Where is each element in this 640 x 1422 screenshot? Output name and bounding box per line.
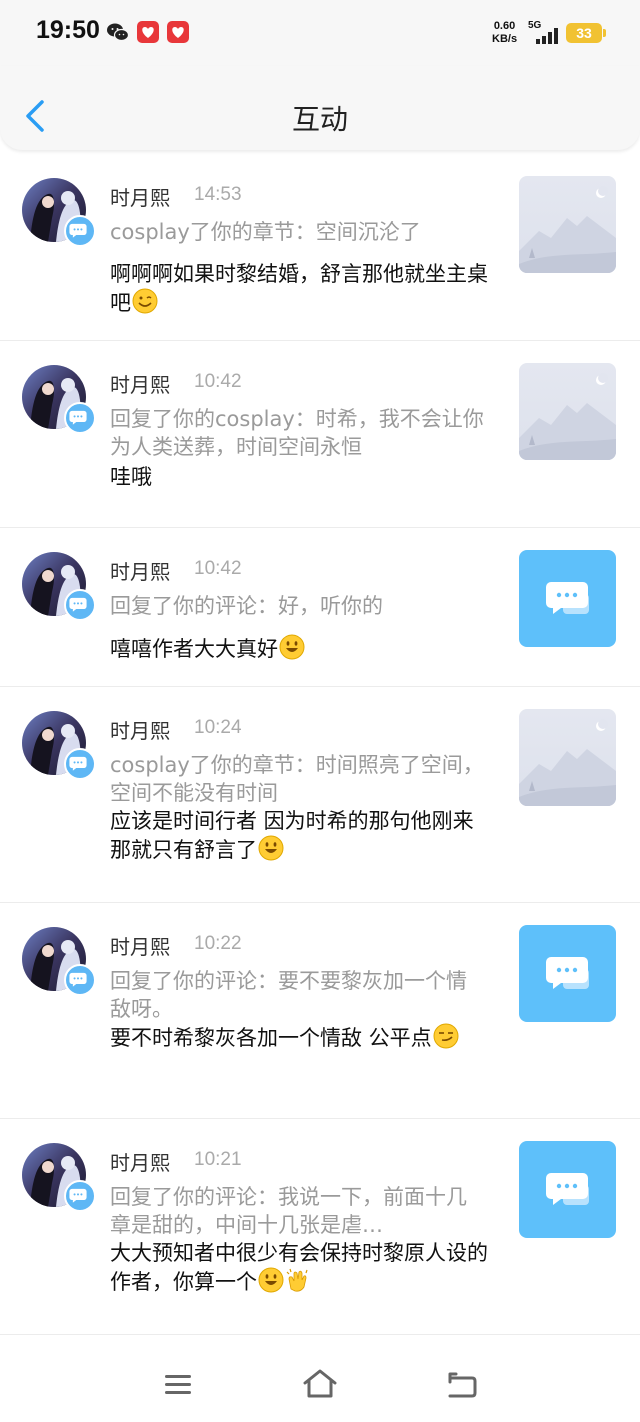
list-item[interactable]: 时月熙 10:42 回复了你的评论：好，听你的 嘻嘻作者大大真好 [0,528,640,687]
clapping-hands-icon [284,1268,311,1294]
item-time: 10:42 [194,371,242,392]
user-name[interactable]: 时月熙 [110,1147,170,1176]
battery-indicator: 33 [566,23,602,43]
status-time: 19:50 [36,16,100,44]
quoted-content[interactable]: 回复了你的评论：要不要黎灰加一个情敌呀。 [110,967,485,1023]
back-icon[interactable] [442,1366,482,1402]
list-item[interactable]: 时月熙 10:22 回复了你的评论：要不要黎灰加一个情敌呀。 要不时希黎灰各加一… [0,903,640,1119]
quoted-content[interactable]: cosplay了你的章节：空间沉沦了 [110,218,485,246]
smiling-face-icon [278,634,305,661]
user-name[interactable]: 时月熙 [110,369,170,398]
comment-badge-icon [64,1180,96,1212]
comment-bubble-icon[interactable] [519,550,616,647]
item-time: 10:24 [194,717,242,738]
reply-text: 大大预知者中很少有会保持时黎原人设的作者，你算一个 [110,1239,490,1296]
app-heart-icon [167,21,189,43]
reply-text-content: 要不时希黎灰各加一个情敌 公平点 [110,1026,432,1050]
quoted-content[interactable]: 回复了你的评论：好，听你的 [110,592,485,620]
winking-face-icon [131,288,158,315]
image-placeholder-icon[interactable] [519,363,616,460]
network-speed: 0.60 KB/s [492,20,517,46]
comment-badge-icon [64,589,96,621]
quoted-content[interactable]: 回复了你的评论：我说一下，前面十几章是甜的，中间十几张是虐… [110,1183,485,1239]
emoji-group [257,1267,311,1294]
smirking-face-icon [432,1023,459,1050]
list-item[interactable]: 时月熙 10:42 回复了你的cosplay：时希，我不会让你为人类送葬，时间空… [0,341,640,528]
app-heart-icon [137,21,159,43]
reply-text: 要不时希黎灰各加一个情敌 公平点 [110,1023,490,1052]
user-name[interactable]: 时月熙 [110,556,170,585]
reply-text: 应该是时间行者 因为时希的那句他刚来 那就只有舒言了 [110,807,490,864]
comment-badge-icon [64,964,96,996]
reply-text-content: 应该是时间行者 因为时希的那句他刚来 那就只有舒言了 [110,809,474,862]
reply-text: 哇哦 [110,463,490,491]
reply-text-content: 啊啊啊如果时黎结婚，舒言那他就坐主桌吧 [110,262,488,315]
comment-badge-icon [64,402,96,434]
menu-icon[interactable] [158,1366,198,1402]
comment-badge-icon [64,748,96,780]
smiling-face-icon [257,835,284,862]
interaction-list: 时月熙 14:53 cosplay了你的章节：空间沉沦了 啊啊啊如果时黎结婚，舒… [0,154,640,1335]
wechat-icon [107,23,130,42]
home-icon[interactable] [300,1366,340,1402]
smiling-face-icon [257,1267,284,1294]
user-name[interactable]: 时月熙 [110,931,170,960]
system-nav-bar [0,1344,640,1422]
status-bar: 19:50 0.60 KB/s 5G 33 [0,0,640,66]
avatar[interactable] [22,711,96,780]
network-speed-unit: KB/s [492,33,518,45]
item-time: 10:21 [194,1149,242,1170]
avatar[interactable] [22,927,96,996]
comment-badge-icon [64,215,96,247]
list-item[interactable]: 时月熙 14:53 cosplay了你的章节：空间沉沦了 啊啊啊如果时黎结婚，舒… [0,154,640,341]
list-item[interactable]: 时月熙 10:21 回复了你的评论：我说一下，前面十几章是甜的，中间十几张是虐…… [0,1119,640,1335]
reply-text-content: 嘻嘻作者大大真好 [110,637,278,661]
avatar[interactable] [22,552,96,621]
avatar[interactable] [22,1143,96,1212]
item-time: 14:53 [194,184,242,205]
emoji-group [131,288,158,315]
avatar[interactable] [22,365,96,434]
comment-bubble-icon[interactable] [519,925,616,1022]
status-app-icons [106,20,190,44]
reply-text: 嘻嘻作者大大真好 [110,634,490,663]
emoji-group [432,1023,459,1050]
header: 互动 [0,66,640,150]
item-time: 10:42 [194,558,242,579]
battery-tip [603,29,606,37]
emoji-group [257,835,284,862]
image-placeholder-icon[interactable] [519,176,616,273]
comment-bubble-icon[interactable] [519,1141,616,1238]
signal-icon [536,28,558,44]
avatar[interactable] [22,178,96,247]
user-name[interactable]: 时月熙 [110,182,170,211]
item-time: 10:22 [194,933,242,954]
user-name[interactable]: 时月熙 [110,715,170,744]
image-placeholder-icon[interactable] [519,709,616,806]
network-speed-value: 0.60 [493,20,516,32]
emoji-group [278,634,305,661]
page-title: 互动 [291,103,348,136]
quoted-content[interactable]: cosplay了你的章节：时间照亮了空间，空间不能没有时间 [110,751,485,807]
reply-text: 啊啊啊如果时黎结婚，舒言那他就坐主桌吧 [110,260,490,317]
reply-text-content: 哇哦 [110,465,152,489]
quoted-content[interactable]: 回复了你的cosplay：时希，我不会让你为人类送葬，时间空间永恒 [110,405,485,461]
list-item[interactable]: 时月熙 10:24 cosplay了你的章节：时间照亮了空间，空间不能没有时间 … [0,687,640,903]
